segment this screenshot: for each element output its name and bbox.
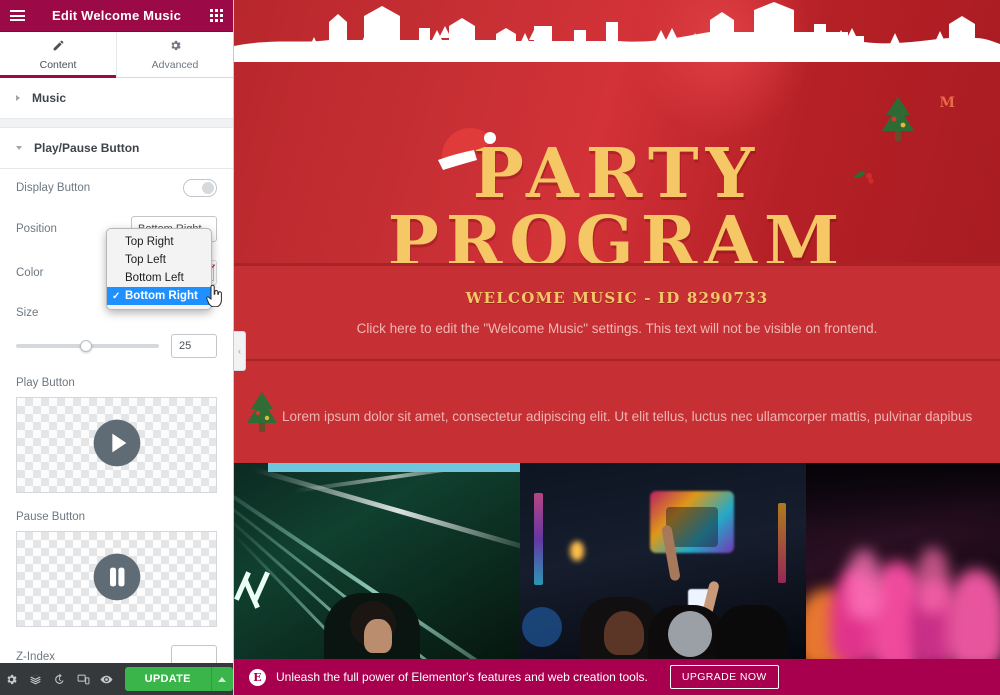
crowd-party-image[interactable] <box>520 463 806 659</box>
chevron-down-icon <box>16 146 22 150</box>
pause-circle-icon <box>89 549 145 610</box>
display-button-toggle[interactable] <box>183 179 217 197</box>
image-gallery-section <box>234 463 1000 659</box>
play-button-label: Play Button <box>16 377 75 389</box>
hamburger-menu-icon[interactable] <box>0 0 34 32</box>
dropdown-option-bottom-left[interactable]: Bottom Left <box>107 269 211 287</box>
section-divider <box>0 119 233 128</box>
history-icon[interactable] <box>47 663 71 695</box>
lorem-paragraph: Lorem ipsum dolor sit amet, consectetur … <box>282 409 973 424</box>
tab-advanced-label: Advanced <box>151 58 199 71</box>
decorative-glyph: M <box>939 95 956 111</box>
elementor-promo-bar: E Unleash the full power of Elementor's … <box>234 659 1000 695</box>
pink-lights-image[interactable] <box>806 463 1000 659</box>
panel-header: Edit Welcome Music <box>0 0 233 32</box>
tab-advanced[interactable]: Advanced <box>117 32 233 77</box>
panel-footer: UPDATE <box>0 663 233 695</box>
dropdown-option-label: Top Left <box>125 254 166 266</box>
hero-section[interactable]: PARTY PROGRAM M <box>234 0 1000 263</box>
check-icon: ✓ <box>112 290 121 302</box>
panel-collapse-handle[interactable]: ‹ <box>234 331 246 371</box>
panel-title: Edit Welcome Music <box>51 8 182 23</box>
section-header-music[interactable]: Music <box>0 78 233 119</box>
size-slider[interactable] <box>16 340 159 352</box>
teal-highlight-strip <box>268 463 520 472</box>
z-index-label: Z-Index <box>16 651 55 663</box>
preview-eye-icon[interactable] <box>95 663 119 695</box>
welcome-music-widget[interactable]: WELCOME MUSIC - ID 8290733 Click here to… <box>234 263 1000 359</box>
panel-controls-body: Music Play/Pause Button Display Button P… <box>0 78 233 663</box>
gear-icon <box>169 39 182 55</box>
section-label-music: Music <box>32 91 67 105</box>
pencil-icon <box>52 39 65 55</box>
panel-tabs: Content Advanced <box>0 32 233 78</box>
size-slider-knob[interactable] <box>80 340 93 352</box>
elementor-editor-screen: Edit Welcome Music Content Advanced Musi… <box>0 0 1000 695</box>
dropdown-option-label: Bottom Left <box>125 272 184 284</box>
responsive-mode-icon[interactable] <box>71 663 95 695</box>
village-silhouette <box>234 2 1000 62</box>
pause-button-media-preview[interactable] <box>16 531 217 627</box>
laser-concert-image[interactable] <box>234 463 520 659</box>
update-options-caret-icon[interactable] <box>210 667 233 691</box>
section-header-play-pause[interactable]: Play/Pause Button <box>0 128 233 169</box>
dropdown-option-label: Bottom Right <box>125 290 198 302</box>
elementor-panel: Edit Welcome Music Content Advanced Musi… <box>0 0 234 695</box>
widget-edit-hint: Click here to edit the "Welcome Music" s… <box>356 321 878 336</box>
grid-apps-icon[interactable] <box>199 0 233 32</box>
promo-text: Unleash the full power of Elementor's fe… <box>276 670 648 684</box>
tab-content[interactable]: Content <box>0 32 117 78</box>
holly-icon <box>853 171 874 184</box>
section-label-play-pause: Play/Pause Button <box>34 141 140 155</box>
gear-icon[interactable] <box>0 663 24 695</box>
dropdown-option-top-left[interactable]: Top Left <box>107 251 211 269</box>
editor-canvas-preview: PARTY PROGRAM M WELCOME MUSIC - ID 82907… <box>234 0 1000 695</box>
christmas-tree-icon <box>247 392 277 432</box>
hero-title-wrap: PARTY PROGRAM <box>234 128 1000 263</box>
santa-hat-icon <box>438 128 496 170</box>
tab-content-label: Content <box>39 58 77 71</box>
chevron-right-icon <box>16 95 20 101</box>
control-z-index: Z-Index <box>0 636 233 663</box>
pause-button-label: Pause Button <box>16 511 86 523</box>
control-display-button: Display Button <box>0 169 233 207</box>
play-circle-icon <box>89 415 145 476</box>
dropdown-option-label: Top Right <box>125 236 174 248</box>
play-button-media-preview[interactable] <box>16 397 217 493</box>
widget-id-label: WELCOME MUSIC - ID 8290733 <box>465 289 769 307</box>
dropdown-option-bottom-right[interactable]: ✓ Bottom Right <box>107 287 211 305</box>
upgrade-now-button[interactable]: UPGRADE NOW <box>669 665 779 689</box>
christmas-tree-icon <box>882 97 914 141</box>
control-pause-button: Pause Button <box>0 502 233 636</box>
layers-icon[interactable] <box>24 663 48 695</box>
lorem-text-section[interactable]: Lorem ipsum dolor sit amet, consectetur … <box>234 359 1000 472</box>
dropdown-option-top-right[interactable]: Top Right <box>107 233 211 251</box>
size-value-input[interactable]: 25 <box>171 334 217 358</box>
size-slider-row: 25 <box>0 332 233 368</box>
update-button[interactable]: UPDATE <box>124 667 211 691</box>
display-button-label: Display Button <box>16 182 91 194</box>
position-dropdown-menu[interactable]: Top Right Top Left Bottom Left ✓ Bottom … <box>106 228 212 310</box>
z-index-input[interactable] <box>171 645 217 663</box>
elementor-logo-icon: E <box>249 668 266 686</box>
control-play-button: Play Button <box>0 368 233 502</box>
